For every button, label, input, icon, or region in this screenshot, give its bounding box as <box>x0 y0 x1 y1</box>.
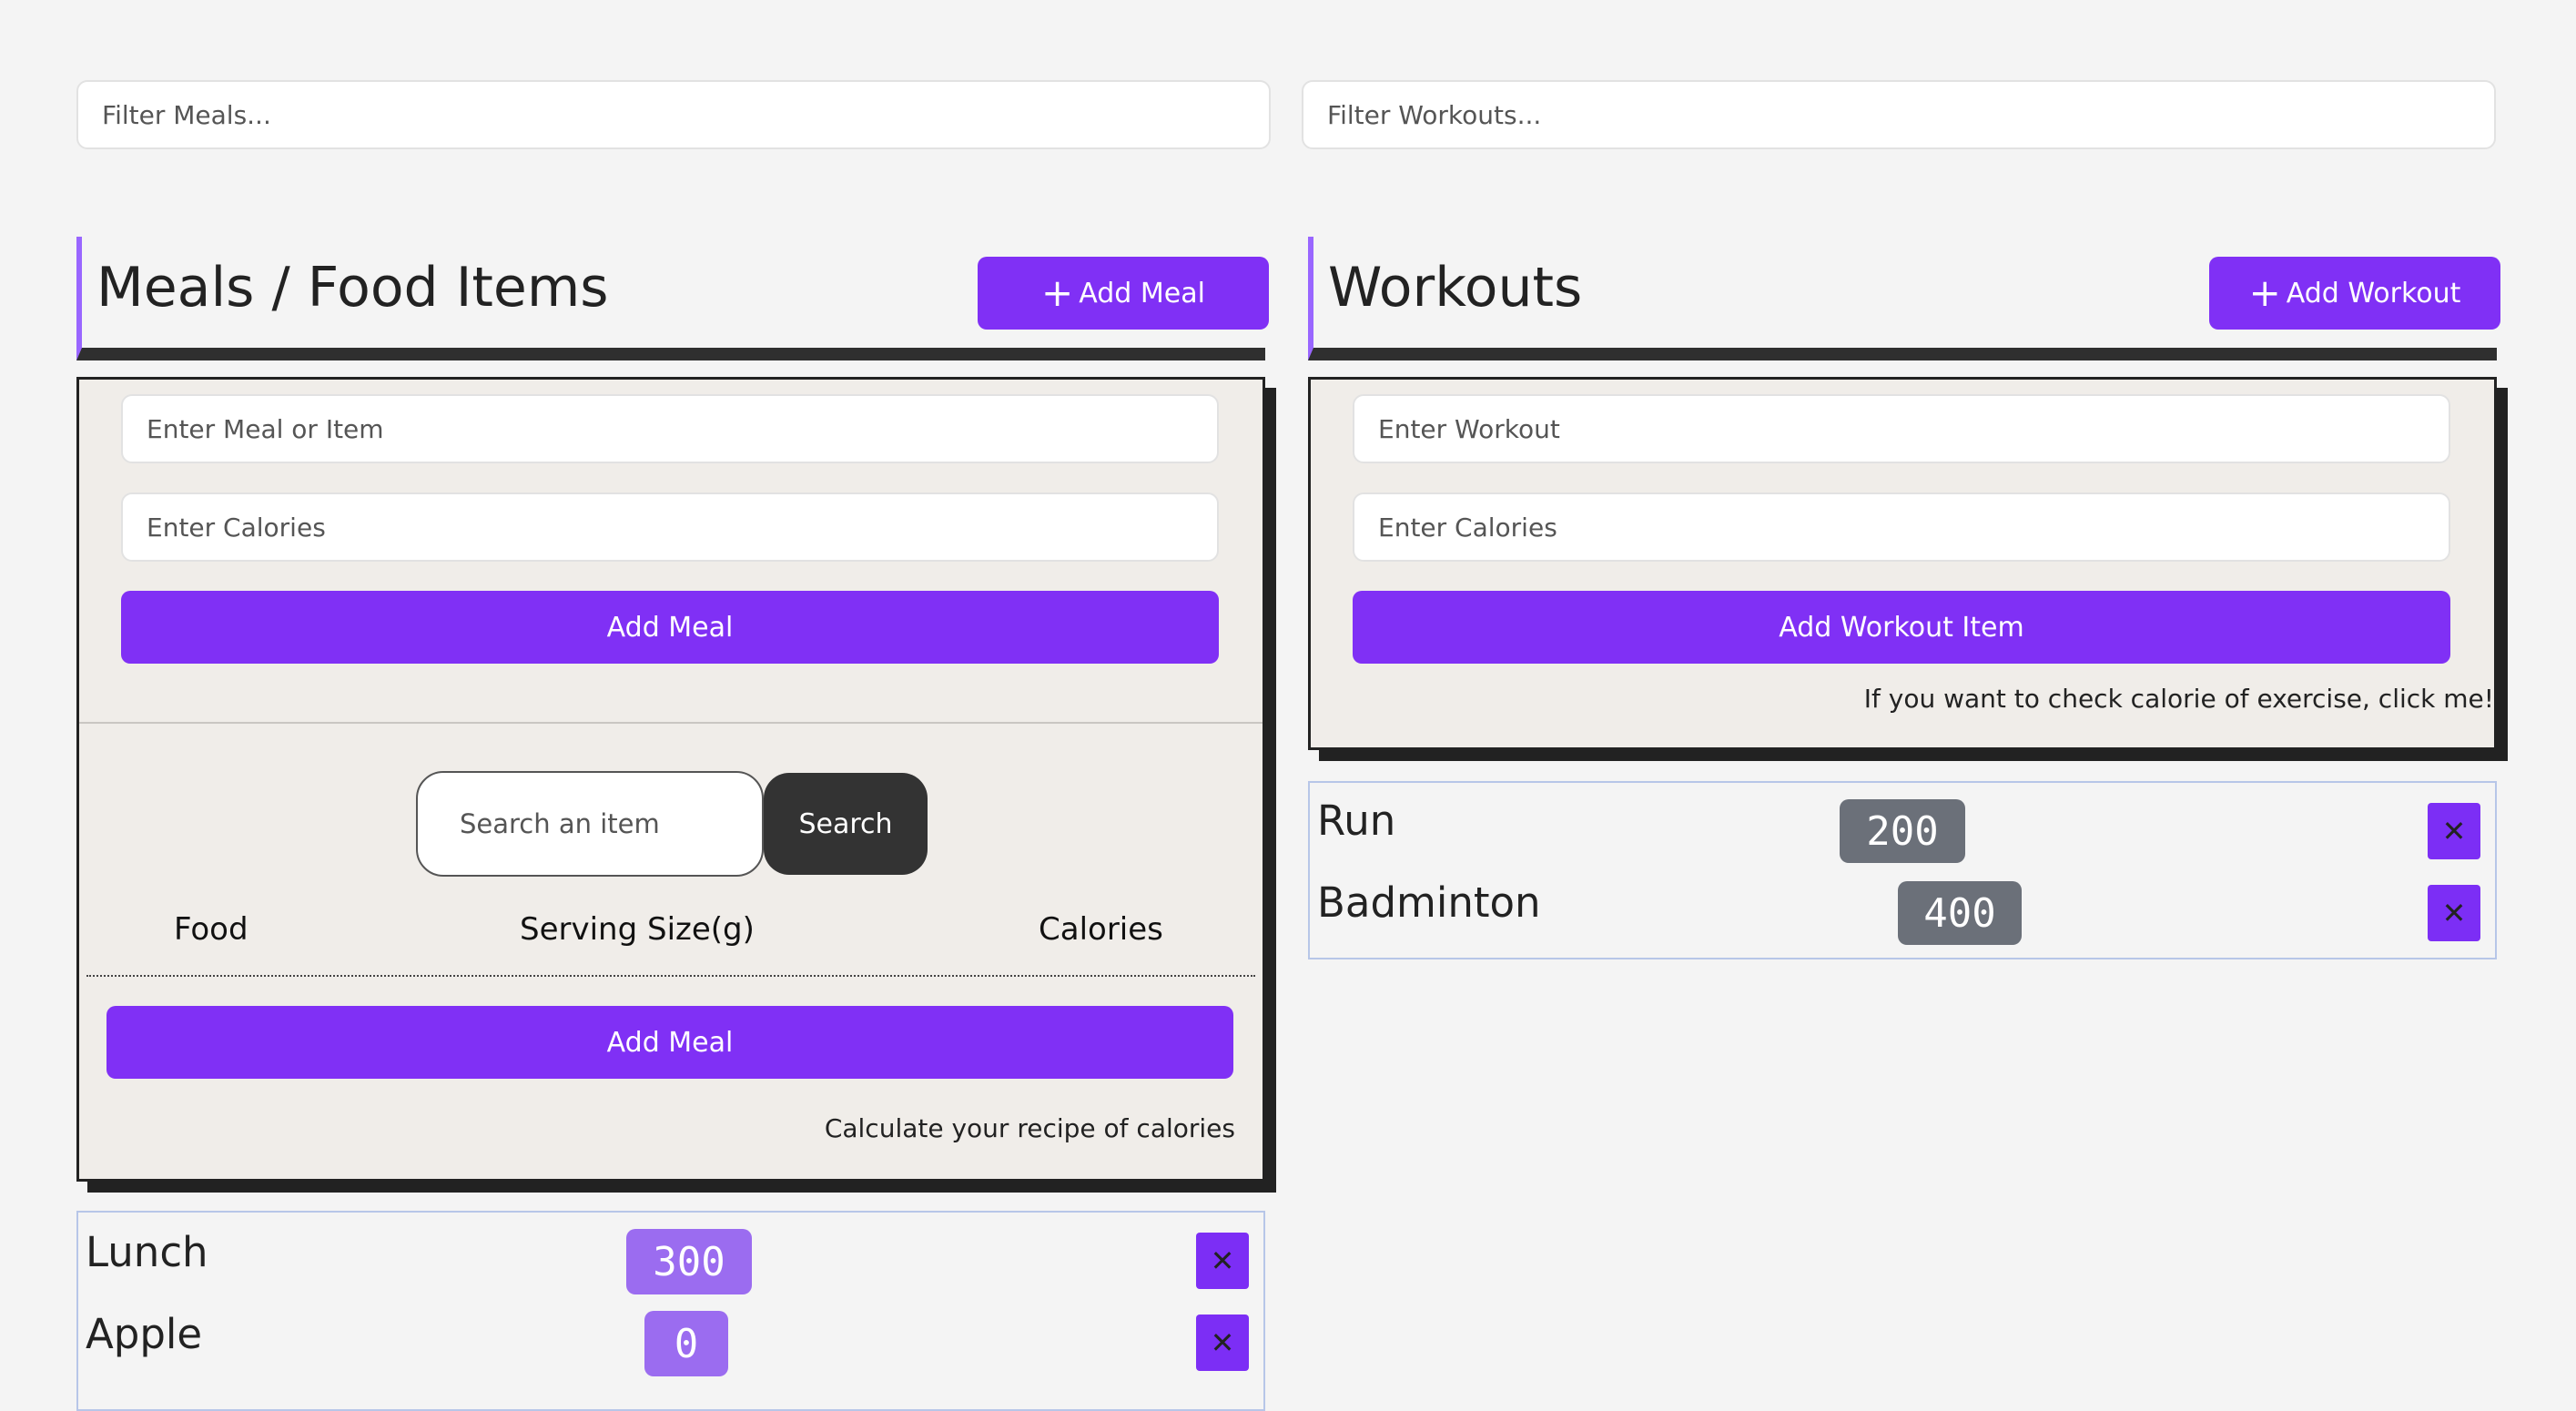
add-recipe-meal-button[interactable]: Add Meal <box>106 1006 1233 1079</box>
delete-workout-button[interactable]: ✕ <box>2428 803 2480 859</box>
list-item: Apple 0 ✕ <box>78 1294 1263 1376</box>
meal-item-input[interactable] <box>121 394 1219 463</box>
list-item: Badminton 400 ✕ <box>1310 865 2495 947</box>
column-header-calories: Calories <box>1039 911 1163 948</box>
add-workout-header-button[interactable]: + Add Workout <box>2209 257 2500 330</box>
close-icon: ✕ <box>1210 1244 1235 1277</box>
close-icon: ✕ <box>1210 1326 1235 1359</box>
filter-workouts-input[interactable] <box>1302 80 2496 149</box>
add-workout-header-label: Add Workout <box>2286 277 2461 310</box>
close-icon: ✕ <box>2441 815 2467 848</box>
add-meal-header-button[interactable]: + Add Meal <box>978 257 1269 330</box>
delete-workout-button[interactable]: ✕ <box>2428 885 2480 941</box>
workouts-panel: Add Workout Item If you want to check ca… <box>1308 377 2497 750</box>
close-icon: ✕ <box>2441 897 2467 929</box>
add-meal-header-label: Add Meal <box>1079 277 1205 310</box>
plus-icon: + <box>2248 270 2281 315</box>
meal-item-name: Apple <box>86 1310 203 1358</box>
filter-meals-input[interactable] <box>76 80 1271 149</box>
workout-item-name: Badminton <box>1317 878 1541 927</box>
workout-item-input[interactable] <box>1353 394 2450 463</box>
meals-title: Meals / Food Items <box>96 256 609 320</box>
delete-meal-button[interactable]: ✕ <box>1196 1315 1249 1371</box>
workout-calories-input[interactable] <box>1353 492 2450 562</box>
column-header-food: Food <box>174 911 248 948</box>
search-button[interactable]: Search <box>764 773 928 875</box>
search-item-input[interactable] <box>416 771 764 877</box>
add-meal-submit-button[interactable]: Add Meal <box>121 591 1219 664</box>
delete-meal-button[interactable]: ✕ <box>1196 1233 1249 1289</box>
meal-calorie-badge: 300 <box>626 1229 752 1294</box>
recipe-calculator-link[interactable]: Calculate your recipe of calories <box>825 1113 1235 1144</box>
meal-calorie-badge: 0 <box>644 1311 728 1376</box>
meals-panel: Add Meal Search Food Serving Size(g) Cal… <box>76 377 1265 1182</box>
panel-divider <box>79 722 1263 724</box>
meal-item-name: Lunch <box>86 1228 208 1276</box>
workouts-header: Workouts + Add Workout <box>1308 237 2500 360</box>
meal-calories-input[interactable] <box>121 492 1219 562</box>
add-workout-submit-button[interactable]: Add Workout Item <box>1353 591 2450 664</box>
workouts-title: Workouts <box>1328 256 1583 320</box>
meals-header: Meals / Food Items + Add Meal <box>76 237 1269 360</box>
list-item: Run 200 ✕ <box>1310 783 2495 865</box>
workouts-list: Run 200 ✕ Badminton 400 ✕ <box>1308 781 2497 959</box>
plus-icon: + <box>1041 270 1074 315</box>
column-header-serving-size: Serving Size(g) <box>520 911 755 948</box>
meals-list: Lunch 300 ✕ Apple 0 ✕ <box>76 1211 1265 1411</box>
exercise-calorie-link[interactable]: If you want to check calorie of exercise… <box>1864 684 2494 715</box>
table-rule <box>86 975 1255 977</box>
workout-calorie-badge: 200 <box>1840 799 1965 863</box>
workout-calorie-badge: 400 <box>1898 881 2022 945</box>
workout-item-name: Run <box>1317 797 1396 845</box>
list-item: Lunch 300 ✕ <box>78 1213 1263 1294</box>
